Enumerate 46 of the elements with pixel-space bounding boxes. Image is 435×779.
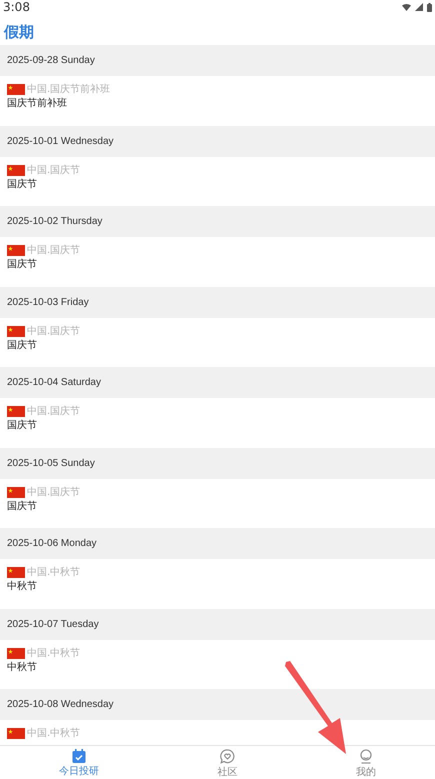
status-time: 3:08 [3,0,30,14]
signal-icon [415,3,423,11]
holiday-region: 中国.国庆节 [27,244,80,257]
wifi-icon [402,4,411,10]
date-header: 2025-10-01 Wednesday [7,136,114,146]
date-header: 2025-10-07 Tuesday [7,618,99,630]
tab[interactable]: 社区 [158,746,297,779]
date-header: 2025-10-03 Friday [7,296,89,308]
holiday-name: 国庆节 [7,420,37,431]
holiday-region: 中国.中秋节 [27,646,80,660]
holiday-name: 中秋节 [7,662,37,672]
holiday-name: 国庆节 [7,259,37,270]
battery-icon [427,2,432,12]
date-header: 2025-10-04 Saturday [7,377,101,388]
holiday-name: 国庆节 [7,500,37,512]
holiday-region: 中国.国庆节 [27,486,80,498]
china-flag-icon [7,164,25,176]
page-title: 假期 [4,23,34,41]
china-flag-icon [7,245,25,256]
china-flag-icon [7,567,25,578]
holiday-name: 中秋节 [7,581,37,592]
date-header: 2025-10-06 Monday [7,538,97,549]
holiday-name: 国庆节前补班 [7,98,67,109]
tab[interactable]: 我的 [296,746,435,779]
china-flag-icon [7,728,25,739]
calendar-icon [72,749,86,763]
date-header: 2025-10-05 Sunday [7,458,95,468]
china-flag-icon [7,84,25,95]
holiday-name: 国庆节 [7,340,37,350]
china-flag-icon [7,326,25,336]
date-header: 2025-10-08 Wednesday [7,699,114,710]
holiday-region: 中国.国庆节 [27,324,80,338]
date-header: 2025-10-02 Thursday [7,216,102,227]
tab[interactable]: 今日投研 [0,746,158,779]
holiday-name: 国庆节 [7,178,37,190]
holiday-region: 中国.中秋节 [27,566,80,579]
holiday-region: 中国.中秋节 [27,727,80,740]
china-flag-icon [7,648,25,658]
holiday-region: 中国.国庆节 [27,405,80,418]
heart-chat-icon [220,748,235,764]
holiday-region: 中国.国庆节前补班 [27,83,110,96]
china-flag-icon [7,406,25,417]
china-flag-icon [7,486,25,498]
holiday-region: 中国.国庆节 [27,164,80,176]
profile-icon [358,748,373,764]
date-header: 2025-09-28 Sunday [7,55,95,66]
